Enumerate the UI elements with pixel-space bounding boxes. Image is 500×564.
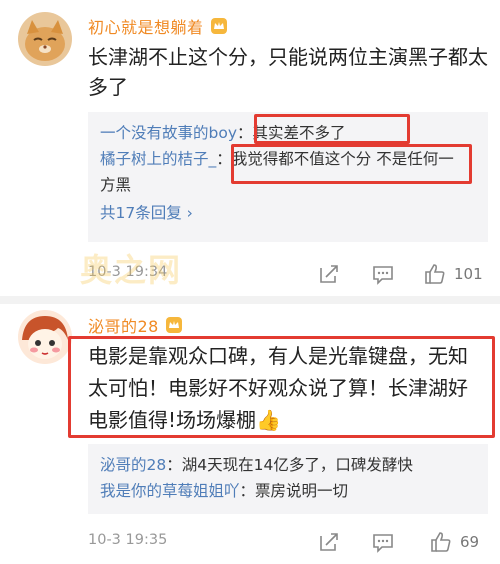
reply-box[interactable]: 泌哥的28：湖4天现在14亿多了，口碑发酵快 我是你的草莓姐姐吖：票房说明一切 bbox=[88, 444, 488, 514]
reply-username[interactable]: 一个没有故事的boy bbox=[100, 124, 237, 142]
vip-crown-icon bbox=[210, 17, 228, 35]
like-count: 101 bbox=[454, 265, 483, 283]
divider bbox=[0, 296, 500, 304]
more-replies-link[interactable]: 共17条回复 › bbox=[88, 198, 488, 228]
comment-username[interactable]: 初心就是想躺着 bbox=[88, 14, 228, 38]
highlight-box bbox=[68, 336, 495, 438]
avatar[interactable] bbox=[18, 310, 72, 364]
reply-item[interactable]: 我是你的草莓姐姐吖：票房说明一切 bbox=[88, 478, 488, 504]
comment-text: 长津湖不止这个分，只能说两位主演黑子都太多了 bbox=[88, 45, 488, 99]
timestamp: 10-3 19:35 bbox=[88, 532, 168, 548]
reply-text: 票房说明一切 bbox=[255, 482, 349, 500]
cat-avatar-icon bbox=[18, 12, 72, 66]
like-button[interactable]: 69 bbox=[430, 530, 479, 554]
reply-text: 湖4天现在14亿多了，口碑发酵快 bbox=[181, 456, 413, 474]
share-button[interactable] bbox=[318, 262, 340, 286]
reply-username[interactable]: 泌哥的28 bbox=[100, 456, 166, 474]
comment-icon bbox=[373, 534, 393, 553]
comment-username[interactable]: 泌哥的28 bbox=[88, 313, 183, 337]
highlight-box bbox=[231, 144, 472, 184]
comment-button[interactable] bbox=[372, 530, 394, 554]
share-button[interactable] bbox=[318, 530, 340, 554]
share-icon bbox=[320, 265, 338, 283]
avatar[interactable] bbox=[18, 12, 72, 66]
thumbs-up-icon bbox=[431, 532, 451, 552]
vip-crown-icon bbox=[165, 316, 183, 334]
highlight-box bbox=[254, 114, 410, 144]
comment-icon bbox=[373, 266, 393, 285]
cartoon-girl-avatar-icon bbox=[18, 310, 72, 364]
thumbs-up-icon bbox=[425, 264, 445, 284]
reply-username[interactable]: 橘子树上的桔子_ bbox=[100, 150, 216, 168]
like-count: 69 bbox=[460, 533, 480, 551]
comment-meta: 10-3 19:35 69 bbox=[88, 530, 488, 554]
reply-username[interactable]: 我是你的草莓姐姐吖 bbox=[100, 482, 240, 500]
watermark: 奥之网 bbox=[80, 251, 183, 289]
like-button[interactable]: 101 bbox=[424, 262, 483, 286]
comment-button[interactable] bbox=[372, 262, 394, 286]
reply-item[interactable]: 泌哥的28：湖4天现在14亿多了，口碑发酵快 bbox=[88, 452, 488, 478]
share-icon bbox=[320, 533, 338, 551]
